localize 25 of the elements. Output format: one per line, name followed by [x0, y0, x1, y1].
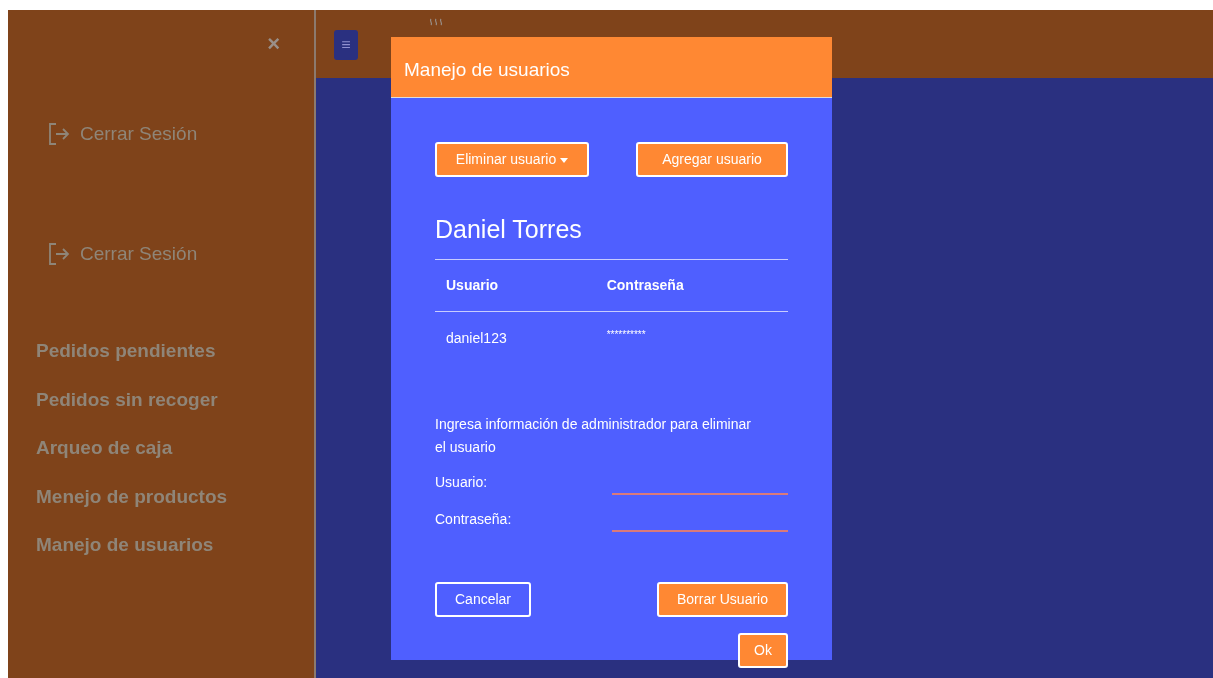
logout-icon: [48, 242, 70, 267]
field-label: Usuario:: [435, 473, 488, 493]
instructions-text: Ingresa información de administrador para eliminar el usuario: [435, 414, 752, 458]
logout-link[interactable]: Cerrar Sesión: [48, 240, 198, 269]
table-cell: daniel123: [435, 311, 596, 365]
modal-title: Manejo de usuarios: [391, 37, 832, 98]
field-label: Contraseña:: [435, 510, 512, 530]
cancel-button[interactable]: Cancelar: [435, 582, 532, 618]
ok-button[interactable]: Ok: [738, 633, 788, 669]
close-button[interactable]: ×: [261, 32, 286, 56]
add-user-button[interactable]: Agregar usuario: [636, 142, 788, 177]
nav-link[interactable]: Menejo de productos: [36, 482, 228, 511]
delete-user-button[interactable]: Borrar Usuario: [656, 582, 788, 618]
menu-button[interactable]: ≡: [334, 30, 358, 60]
nav-link[interactable]: Pedidos sin recoger: [36, 385, 228, 414]
nav-link[interactable]: Manejo de usuarios: [36, 531, 228, 560]
nav-link[interactable]: Pedidos pendientes: [36, 337, 228, 366]
dropdown-button[interactable]: Eliminar usuario: [435, 142, 589, 177]
column-header: Usuario: [435, 259, 596, 311]
user-name: Daniel Torres: [435, 214, 583, 245]
logout-link[interactable]: Cerrar Sesión: [48, 120, 198, 149]
table-cell: **********: [595, 311, 788, 365]
logout-icon: [48, 122, 70, 147]
column-header: Contraseña: [595, 259, 788, 311]
nav-link[interactable]: Arqueo de caja: [36, 434, 228, 463]
